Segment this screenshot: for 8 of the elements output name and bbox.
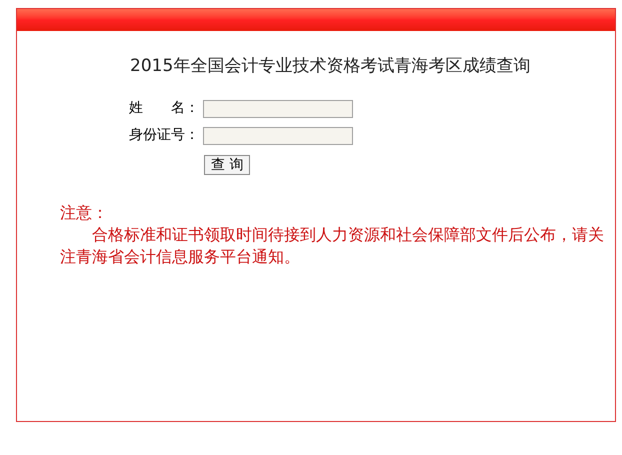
page-title: 2015年全国会计专业技术资格考试青海考区成绩查询 [130, 55, 532, 78]
input-field[interactable] [203, 126, 353, 144]
input-field[interactable] [203, 100, 353, 118]
notice-heading: 注意： [60, 202, 109, 224]
query-button[interactable]: 查 询 [204, 155, 250, 175]
field-label: 姓 名： [129, 99, 200, 118]
notice-text: 合格标准和证书领取时间待接到人力资源和社会保障部文件后公布，请关注青海省会计信息服务平台通知。 [60, 224, 605, 268]
field-label: 身份证号： [129, 126, 200, 145]
